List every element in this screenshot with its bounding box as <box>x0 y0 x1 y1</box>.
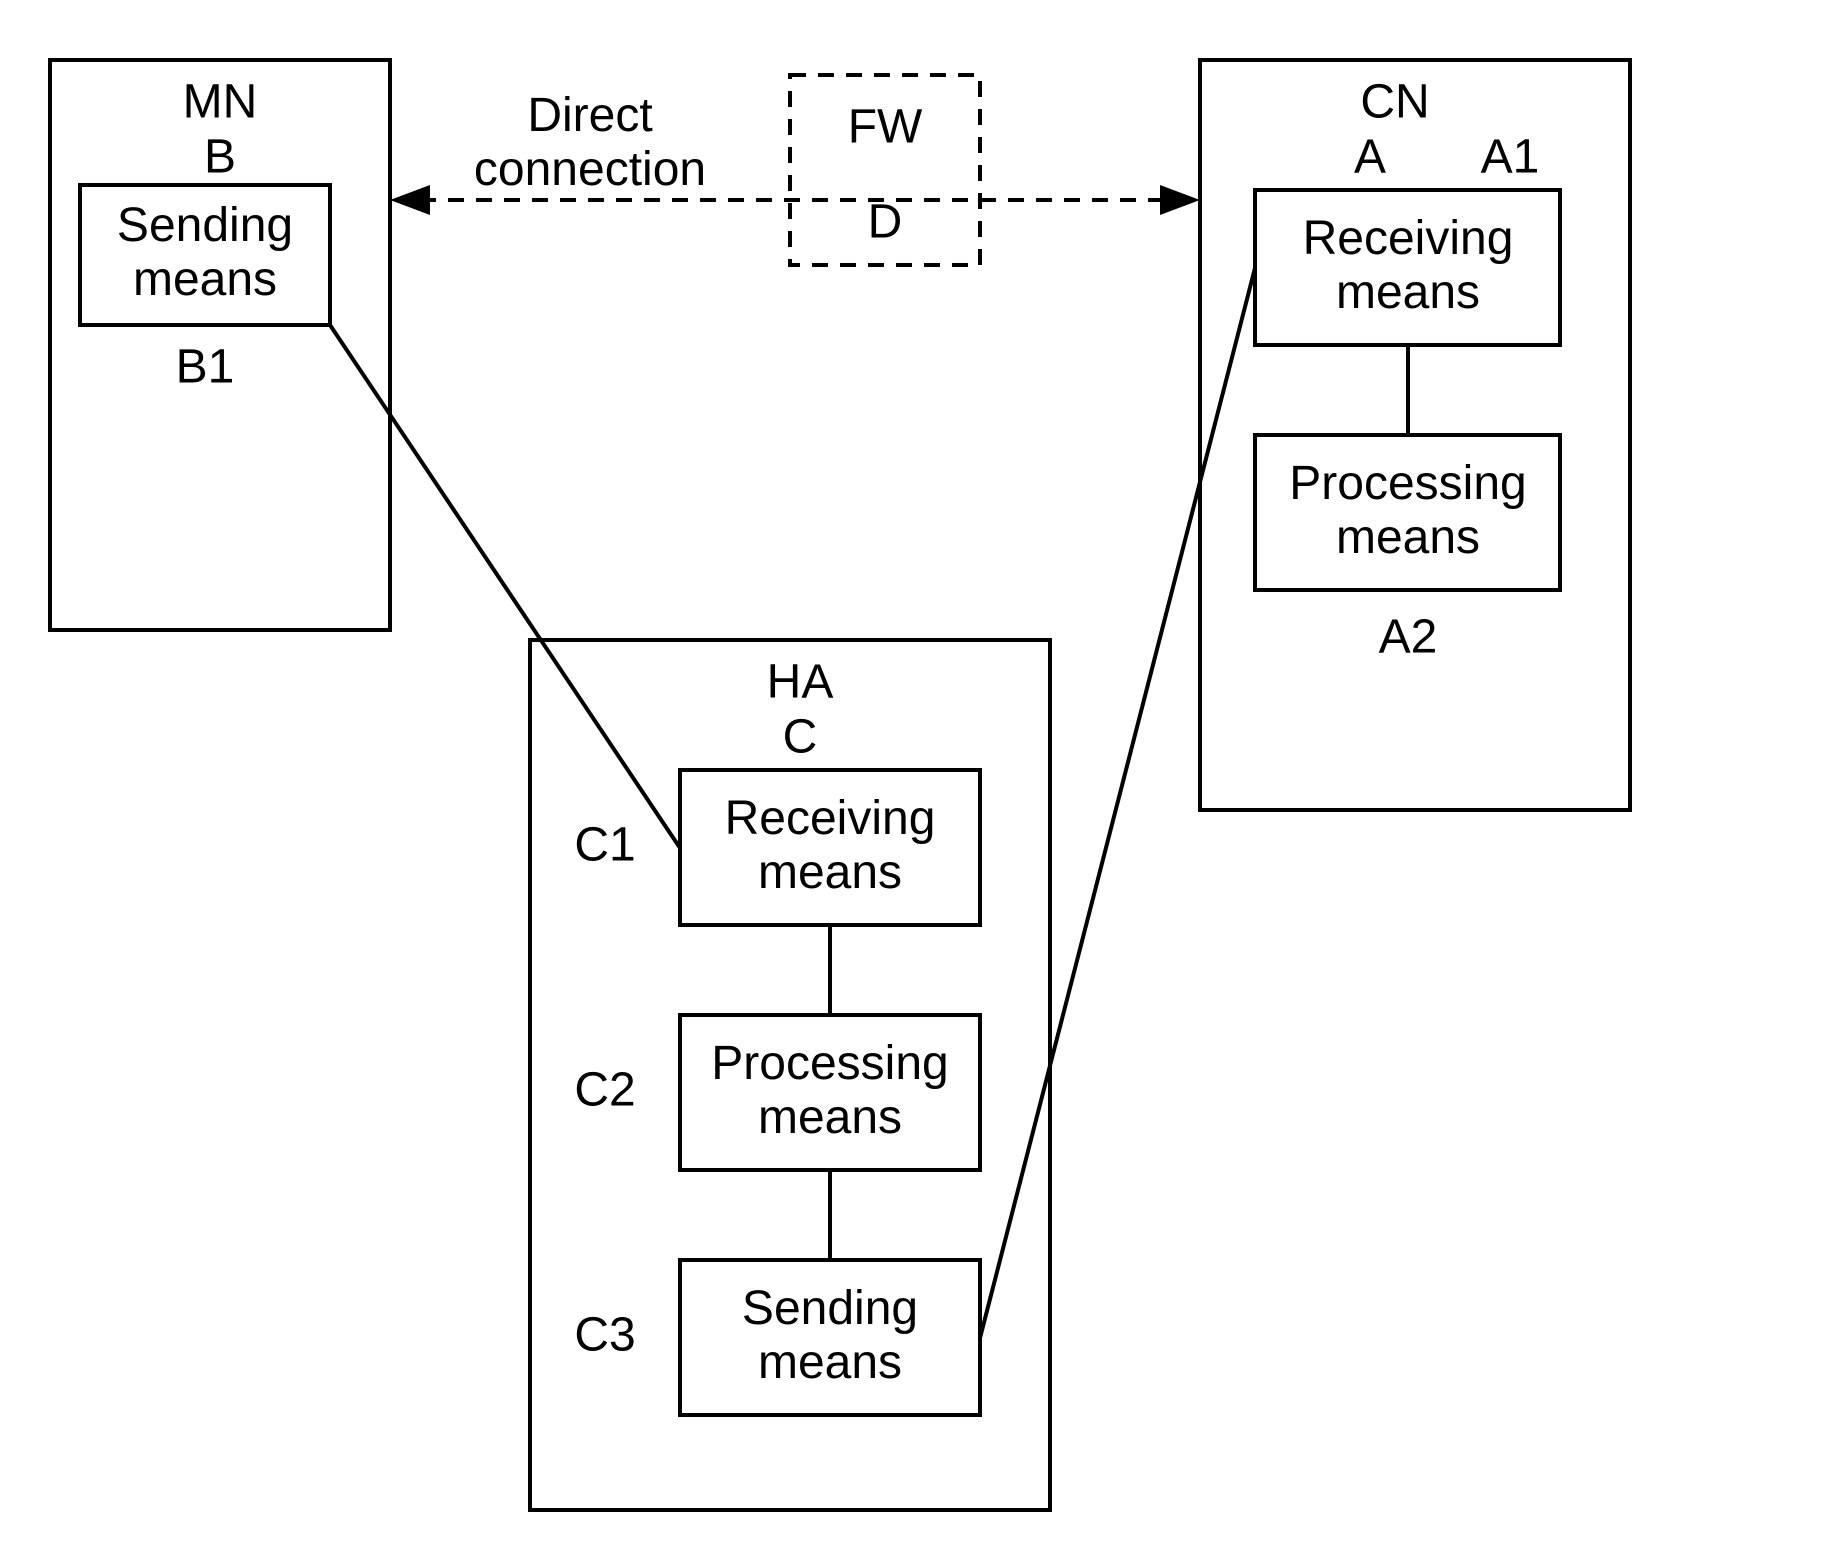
ha-title-2: C <box>783 711 818 764</box>
fw-node: FW D <box>790 75 980 265</box>
cn-a1-label: A1 <box>1481 131 1540 184</box>
mn-node: MN B Sendingmeans B1 <box>50 60 390 630</box>
ha-c3-label: C3 <box>574 1309 635 1362</box>
ha-c2-label: C2 <box>574 1064 635 1117</box>
fw-title-2: D <box>868 196 903 249</box>
cn-a2-label: A2 <box>1379 611 1438 664</box>
ha-receiving-label: Receivingmeans <box>725 792 936 899</box>
mn-b1-label: B1 <box>176 341 235 394</box>
cn-processing-label: Processingmeans <box>1289 457 1526 564</box>
cn-receiving-label: Receivingmeans <box>1303 212 1514 319</box>
connector-ha-cn <box>980 268 1255 1338</box>
mn-title-2: B <box>204 131 236 184</box>
ha-node: HA C Receivingmeans C1 Processingmeans C… <box>530 640 1050 1510</box>
cn-title-1: CN <box>1360 76 1429 129</box>
cn-title-2: A <box>1354 131 1386 184</box>
mn-title-1: MN <box>183 76 258 129</box>
ha-c1-label: C1 <box>574 819 635 872</box>
ha-sending-label: Sendingmeans <box>742 1282 918 1389</box>
connector-mn-ha <box>330 325 680 848</box>
ha-processing-label: Processingmeans <box>711 1037 948 1144</box>
mn-sending-label: Sendingmeans <box>117 199 293 306</box>
ha-title-1: HA <box>767 656 834 709</box>
fw-title-1: FW <box>848 101 923 154</box>
cn-node: CN A A1 Receivingmeans Processingmeans A… <box>1200 60 1630 810</box>
direct-connection-label: Directconnection <box>474 89 706 196</box>
